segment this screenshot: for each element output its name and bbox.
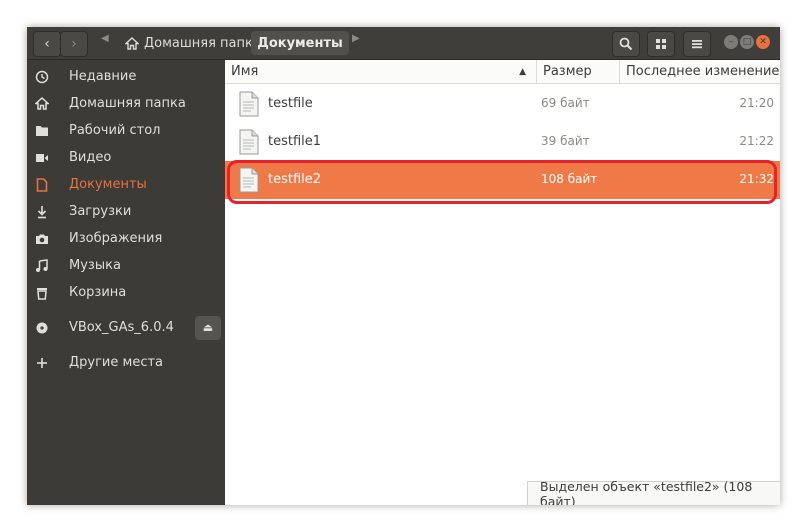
sidebar-item-label: VBox_GAs_6.0.4 xyxy=(69,320,174,335)
column-header-label: Последнее изменение xyxy=(626,64,780,79)
document-icon xyxy=(35,177,49,192)
file-size: 69 байт xyxy=(541,96,590,110)
file-row-selected[interactable]: testfile2 108 байт 21:32 xyxy=(225,161,780,199)
breadcrumb-home-label: Домашняя папка xyxy=(144,35,261,51)
column-header-size[interactable]: Размер xyxy=(537,60,620,84)
sidebar-item-documents[interactable]: Документы xyxy=(27,171,225,198)
menu-button[interactable] xyxy=(683,31,711,57)
breadcrumb-current-label: Документы xyxy=(257,35,343,51)
sidebar-item-pictures[interactable]: Изображения xyxy=(27,225,225,252)
sidebar-item-vbox-disc[interactable]: VBox_GAs_6.0.4 ⏏ xyxy=(27,314,225,341)
video-icon xyxy=(35,151,49,165)
text-file-icon xyxy=(239,91,259,117)
trash-icon xyxy=(35,286,49,300)
sidebar-item-trash[interactable]: Корзина xyxy=(27,279,225,306)
minimize-icon: – xyxy=(728,37,734,47)
home-icon xyxy=(35,97,49,111)
eject-button[interactable]: ⏏ xyxy=(195,315,221,340)
chevron-left-icon: ‹ xyxy=(44,36,50,52)
hamburger-menu-icon xyxy=(692,40,702,49)
view-grid-button[interactable] xyxy=(647,31,675,57)
file-row[interactable]: testfile 69 байт 21:20 xyxy=(225,85,780,123)
sidebar-item-label: Изображения xyxy=(69,231,163,246)
breadcrumb-home[interactable]: Домашняя папка xyxy=(119,31,267,55)
sidebar-item-label: Корзина xyxy=(69,285,127,300)
sort-ascending-icon: ▲ xyxy=(519,66,526,77)
maximize-button[interactable]: □ xyxy=(740,35,754,49)
file-size: 39 байт xyxy=(541,134,590,148)
file-modified: 21:22 xyxy=(739,134,774,148)
back-button[interactable]: ‹ xyxy=(33,31,61,57)
sidebar-item-home[interactable]: Домашняя папка xyxy=(27,90,225,117)
file-size: 108 байт xyxy=(541,172,598,186)
sidebar-item-downloads[interactable]: Загрузки xyxy=(27,198,225,225)
sidebar-item-label: Другие места xyxy=(69,355,164,370)
status-text: Выделен объект «testfile2» (108 байт) xyxy=(540,478,753,506)
forward-button[interactable]: › xyxy=(60,31,88,57)
close-icon: ✕ xyxy=(759,37,767,47)
maximize-icon: □ xyxy=(742,37,752,47)
clock-icon xyxy=(35,70,49,84)
sidebar-item-label: Недавние xyxy=(69,69,137,84)
minimize-button[interactable]: – xyxy=(724,35,738,49)
sidebar-item-music[interactable]: Музыка xyxy=(27,252,225,279)
sidebar-item-label: Видео xyxy=(69,150,112,165)
sidebar-item-label: Домашняя папка xyxy=(69,96,186,111)
plus-icon xyxy=(35,356,49,370)
column-header-label: Размер xyxy=(543,64,592,79)
disc-icon xyxy=(35,321,49,335)
sidebar-item-label: Музыка xyxy=(69,258,121,273)
search-button[interactable] xyxy=(612,31,640,57)
music-icon xyxy=(35,258,49,273)
text-file-icon xyxy=(239,167,259,193)
file-list: Имя ▲ Размер Последнее изменение testfil… xyxy=(225,60,780,505)
sidebar-item-label: Документы xyxy=(69,177,147,192)
column-header-modified[interactable]: Последнее изменение xyxy=(620,60,780,84)
column-header-name[interactable]: Имя ▲ xyxy=(225,60,537,84)
chevron-right-icon: › xyxy=(71,36,77,52)
breadcrumb-right-arrow-icon[interactable]: ▶ xyxy=(352,33,360,44)
camera-icon xyxy=(35,232,49,246)
file-name: testfile2 xyxy=(268,172,322,187)
folder-icon xyxy=(35,124,49,138)
sidebar-item-label: Загрузки xyxy=(69,204,132,219)
sidebar-item-other-locations[interactable]: Другие места xyxy=(27,349,225,376)
text-file-icon xyxy=(239,129,259,155)
grid-icon xyxy=(656,39,666,49)
sidebar-item-recent[interactable]: Недавние xyxy=(27,63,225,90)
close-button[interactable]: ✕ xyxy=(756,35,770,49)
file-modified: 21:32 xyxy=(739,172,774,186)
status-bar: Выделен объект «testfile2» (108 байт) xyxy=(527,478,780,506)
file-manager-window: ‹ › ◀ Домашняя папка Документы ▶ – □ ✕ Н… xyxy=(27,27,780,505)
breadcrumb-current[interactable]: Документы xyxy=(251,31,349,55)
column-header-label: Имя xyxy=(231,64,259,79)
home-icon xyxy=(125,36,139,50)
download-icon xyxy=(35,205,49,219)
file-modified: 21:20 xyxy=(739,96,774,110)
sidebar: Недавние Домашняя папка Рабочий стол Вид… xyxy=(27,60,225,505)
eject-icon: ⏏ xyxy=(202,321,214,334)
search-icon xyxy=(619,37,633,51)
header-bar: ‹ › ◀ Домашняя папка Документы ▶ – □ ✕ xyxy=(27,27,780,60)
file-name: testfile xyxy=(268,96,313,111)
sidebar-item-videos[interactable]: Видео xyxy=(27,144,225,171)
file-row[interactable]: testfile1 39 байт 21:22 xyxy=(225,123,780,161)
breadcrumb-left-arrow-icon[interactable]: ◀ xyxy=(101,33,109,44)
file-name: testfile1 xyxy=(268,134,322,149)
sidebar-item-desktop[interactable]: Рабочий стол xyxy=(27,117,225,144)
sidebar-item-label: Рабочий стол xyxy=(69,123,161,138)
